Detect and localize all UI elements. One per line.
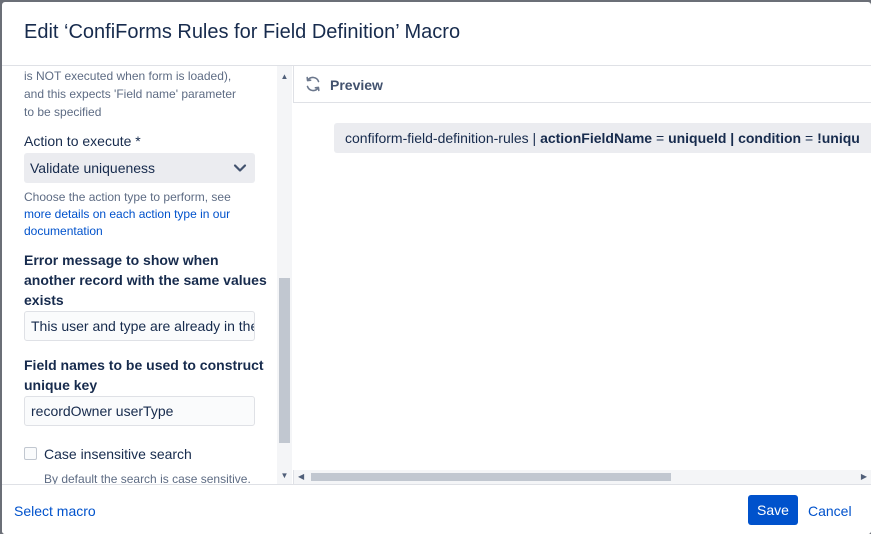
action-to-execute-select[interactable]: Validate uniqueness	[24, 153, 255, 183]
macro-edit-dialog: Edit ‘ConfiForms Rules for Field Definit…	[2, 2, 871, 534]
macro-parameters-panel[interactable]: is NOT executed when form is loaded), an…	[2, 66, 277, 484]
preview-horizontal-scrollbar[interactable]: ◀ ▶	[293, 470, 871, 484]
cancel-button[interactable]: Cancel	[808, 503, 852, 519]
prev-help-text-3: to be specified	[24, 105, 102, 119]
select-macro-link[interactable]: Select macro	[14, 503, 96, 519]
dialog-footer: Select macro Save Cancel	[2, 484, 871, 534]
macro-placeholder: confiform-field-definition-rules | actio…	[334, 123, 871, 153]
param-separator-2: |	[730, 130, 735, 146]
prev-help-text-1: is NOT executed when form is loaded),	[24, 69, 232, 83]
param-equals: =	[655, 130, 665, 146]
param-key-condition: condition	[738, 130, 802, 146]
field-names-label-2: unique key	[24, 377, 98, 393]
case-insensitive-checkbox[interactable]	[24, 447, 37, 460]
macro-name: confiform-field-definition-rules	[345, 130, 529, 146]
error-message-value: This user and type are already in the	[31, 318, 255, 334]
param-key-action-field-name: actionFieldName	[540, 130, 653, 146]
scroll-up-icon[interactable]: ▲	[280, 72, 289, 81]
param-value-unique-id: uniqueId	[668, 130, 727, 146]
preview-header: Preview	[293, 66, 871, 103]
action-to-execute-label: Action to execute *	[24, 133, 141, 149]
scroll-right-icon[interactable]: ▶	[861, 472, 867, 481]
prev-help-text-2: and this expects 'Field name' parameter	[24, 87, 237, 101]
scroll-left-icon[interactable]: ◀	[298, 472, 304, 481]
case-insensitive-label: Case insensitive search	[44, 446, 192, 462]
preview-title: Preview	[330, 77, 383, 93]
dialog-header: Edit ‘ConfiForms Rules for Field Definit…	[2, 2, 871, 66]
param-value-condition: !uniqu	[817, 130, 860, 146]
horizontal-scrollbar-thumb[interactable]	[311, 473, 671, 481]
scroll-down-icon[interactable]: ▼	[280, 471, 289, 480]
dialog-title: Edit ‘ConfiForms Rules for Field Definit…	[24, 21, 461, 43]
field-names-input[interactable]: recordOwner userType	[24, 396, 255, 426]
save-button[interactable]: Save	[748, 495, 798, 525]
refresh-icon[interactable]	[304, 75, 322, 93]
field-names-label-1: Field names to be used to construct	[24, 357, 264, 373]
case-insensitive-help: By default the search is case sensitive.	[44, 472, 251, 484]
error-message-input[interactable]: This user and type are already in the	[24, 311, 255, 341]
scrollbar-thumb[interactable]	[279, 278, 290, 443]
action-help-link-2[interactable]: documentation	[24, 222, 103, 240]
param-equals-2: =	[804, 130, 814, 146]
action-help-link-1[interactable]: more details on each action type in our	[24, 205, 230, 223]
action-help-text: Choose the action type to perform, see	[24, 190, 231, 204]
error-message-label-1: Error message to show when	[24, 252, 219, 268]
error-message-label-2: another record with the same values	[24, 272, 267, 288]
action-to-execute-value: Validate uniqueness	[30, 160, 156, 176]
param-separator: |	[532, 130, 537, 146]
chevron-down-icon	[233, 164, 247, 172]
parameters-scrollbar[interactable]: ▲ ▼	[277, 66, 292, 484]
field-names-value: recordOwner userType	[31, 403, 174, 419]
error-message-label-3: exists	[24, 292, 64, 308]
preview-panel: Preview confiform-field-definition-rules…	[293, 66, 871, 484]
